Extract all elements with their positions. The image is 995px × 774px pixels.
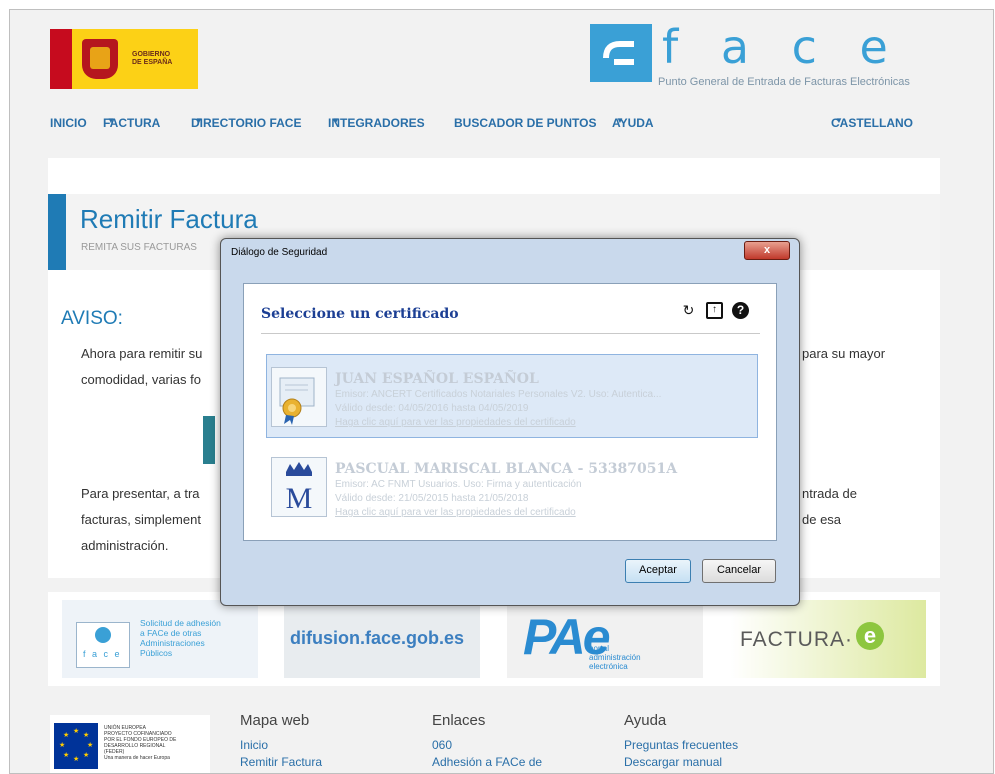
paragraph-text: administración.	[81, 538, 169, 553]
certificate-item[interactable]: JUAN ESPAÑOL ESPAÑOL Emisor: ANCERT Cert…	[266, 354, 758, 438]
face-arrow-icon	[590, 24, 652, 82]
footer-heading: Enlaces	[432, 712, 486, 729]
factura-e-banner[interactable]: FACTURA· e	[730, 600, 926, 678]
certificate-validity: Válido desde: 21/05/2015 hasta 21/05/201…	[335, 493, 529, 504]
paragraph-text: Para presentar, a tra	[81, 486, 200, 501]
close-button[interactable]: x	[744, 241, 790, 260]
security-dialog: Diálogo de Seguridad x Seleccione un cer…	[220, 238, 800, 606]
paragraph-text: ntrada de	[802, 486, 857, 501]
certificate-properties-link[interactable]: Haga clic aquí para ver las propiedades …	[335, 417, 576, 428]
certificate-name: PASCUAL MARISCAL BLANCA - 53387051A	[335, 461, 678, 477]
factura-e-text: FACTURA·	[740, 628, 853, 651]
certificate-properties-link[interactable]: Haga clic aquí para ver las propiedades …	[335, 507, 576, 518]
gov-logo-text: GOBIERNO DE ESPAÑA	[132, 51, 173, 66]
cancel-button[interactable]: Cancelar	[702, 559, 776, 583]
certificate-heading: Seleccione un certificado	[261, 306, 459, 322]
certificate-issuer: Emisor: AC FNMT Usuarios. Uso: Firma y a…	[335, 479, 582, 490]
paragraph-text: para su mayor	[802, 346, 886, 361]
main-nav: INICIO FACTURA ▼ DIRECTORIO FACE ▼ INTEGRA…	[50, 116, 913, 130]
paragraph-text: Ahora para remitir su	[81, 346, 203, 361]
browser-frame: GOBIERNO DE ESPAÑA f a c e Punto General…	[9, 9, 994, 774]
face-logo[interactable]: f a c e Punto General de Entrada de Fact…	[590, 20, 950, 94]
pae-banner[interactable]: PAe portal administración electrónica	[507, 600, 703, 678]
footer-heading: Mapa web	[240, 712, 310, 729]
title-accent-bar	[48, 194, 66, 270]
footer-col-ayuda: Ayuda Preguntas frecuentes Descargar man…	[624, 712, 738, 771]
certificate-validity: Válido desde: 04/05/2016 hasta 04/05/201…	[335, 403, 529, 414]
face-logo-icon: f a c e	[76, 622, 130, 668]
page-title: Remitir Factura	[80, 204, 258, 234]
import-icon[interactable]: ↑	[706, 302, 723, 319]
footer-col-enlaces: Enlaces 060 Adhesión a FACe de	[432, 712, 542, 771]
fnmt-crown-icon: M	[271, 457, 327, 517]
dialog-titlebar[interactable]: Diálogo de Seguridad x	[221, 239, 799, 269]
adhesion-banner[interactable]: f a c e Solicitud de adhesión a FACe de …	[62, 600, 258, 678]
footer-link-060[interactable]: 060	[432, 737, 542, 754]
chevron-down-icon: ▼	[332, 116, 340, 125]
certificate-issuer: Emisor: ANCERT Certificados Notariales P…	[335, 389, 662, 400]
spain-flag-stripe	[50, 29, 72, 89]
eu-feder-logo: ★ ★ ★ ★ ★ ★ ★ ★ UNIÓN EUROPEA PROYECTO COFINA…	[50, 715, 210, 773]
refresh-icon[interactable]: ↻	[680, 302, 697, 319]
accept-button[interactable]: Aceptar	[625, 559, 691, 583]
footer-link-preguntas[interactable]: Preguntas frecuentes	[624, 737, 738, 754]
banner-row: f a c e Solicitud de adhesión a FACe de …	[48, 592, 940, 686]
e-logo-icon: e	[856, 622, 884, 650]
chevron-down-icon: ▼	[616, 116, 624, 125]
certificate-seal-icon	[271, 367, 327, 427]
chevron-down-icon: ▼	[107, 116, 115, 125]
footer-col-mapa-web: Mapa web Inicio Remitir Factura	[240, 712, 322, 771]
difusion-banner[interactable]: difusion.face.gob.es	[284, 600, 480, 678]
chevron-down-icon: ▼	[195, 116, 203, 125]
footer-link-remitir-factura[interactable]: Remitir Factura	[240, 754, 322, 771]
footer-heading: Ayuda	[624, 712, 667, 729]
remit-button-edge[interactable]	[203, 416, 215, 464]
chevron-down-icon: ▼	[835, 116, 843, 125]
certificate-item[interactable]: M PASCUAL MARISCAL BLANCA - 53387051A Em…	[266, 444, 758, 528]
divider	[261, 333, 760, 334]
page-subtitle: REMITA SUS FACTURAS	[81, 242, 197, 253]
footer-link-manual[interactable]: Descargar manual	[624, 754, 738, 771]
difusion-text: difusion.face.gob.es	[290, 628, 465, 648]
eu-text: UNIÓN EUROPEA PROYECTO COFINANCIADO POR …	[104, 725, 177, 761]
gobierno-espana-logo[interactable]: GOBIERNO DE ESPAÑA	[50, 29, 198, 89]
aviso-heading: AVISO:	[61, 308, 123, 329]
paragraph-text: facturas, simplement	[81, 512, 201, 527]
dialog-toolbar: ↻ ↑ ?	[680, 302, 760, 322]
face-wordmark: f a c e	[662, 20, 902, 74]
certificate-name: JUAN ESPAÑOL ESPAÑOL	[335, 371, 539, 387]
footer-link-inicio[interactable]: Inicio	[240, 737, 322, 754]
paragraph-text: comodidad, varias fo	[81, 372, 201, 387]
paragraph-text: de esa	[802, 512, 842, 527]
svg-text:M: M	[286, 482, 313, 515]
help-icon[interactable]: ?	[732, 302, 749, 319]
eu-flag-icon: ★ ★ ★ ★ ★ ★ ★ ★	[54, 723, 98, 769]
certificate-panel: Seleccione un certificado ↻ ↑ ? JUAN ESP…	[243, 283, 777, 541]
footer-link-adhesion[interactable]: Adhesión a FACe de	[432, 754, 542, 771]
adhesion-text: Solicitud de adhesión a FACe de otras Ad…	[140, 618, 221, 658]
pae-subtitle: portal administración electrónica	[589, 644, 641, 671]
dialog-title: Diálogo de Seguridad	[231, 247, 328, 258]
face-subtitle: Punto General de Entrada de Facturas Ele…	[658, 76, 910, 88]
coat-of-arms-icon	[82, 39, 118, 79]
